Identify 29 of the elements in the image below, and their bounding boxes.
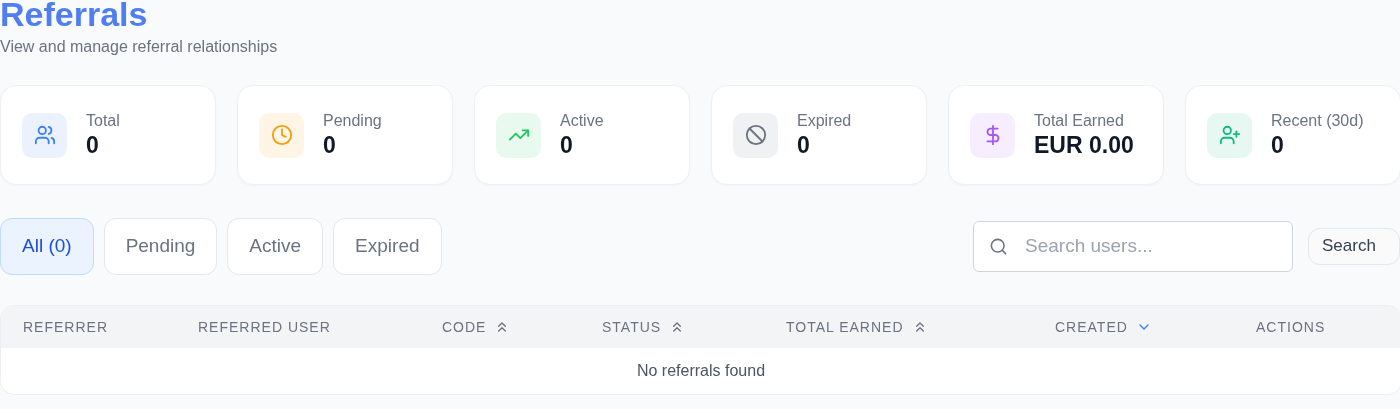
stat-label: Pending bbox=[323, 111, 382, 130]
column-header[interactable]: CREATED bbox=[1055, 319, 1128, 335]
search-button[interactable]: Search bbox=[1308, 227, 1400, 265]
search-field[interactable]: Search users... bbox=[973, 220, 1293, 272]
stat-label: Recent (30d) bbox=[1271, 111, 1364, 130]
column-header[interactable]: CODE bbox=[442, 319, 487, 335]
column-header: REFERRED USER bbox=[198, 319, 331, 335]
stat-value: 0 bbox=[560, 131, 574, 159]
stat-value: 0 bbox=[323, 131, 337, 159]
column-header[interactable]: TOTAL EARNED bbox=[786, 319, 904, 335]
column-header: REFERRER bbox=[23, 319, 108, 335]
page-title: Referrals bbox=[0, 0, 149, 35]
stat-value: EUR 0.00 bbox=[1034, 131, 1134, 159]
filter-tab[interactable]: Pending bbox=[103, 217, 218, 275]
filter-tab[interactable]: Active bbox=[227, 217, 324, 275]
empty-message: No referrals found bbox=[636, 362, 766, 379]
stat-label: Total bbox=[86, 111, 120, 130]
column-header[interactable]: STATUS bbox=[602, 319, 662, 335]
search-icon bbox=[989, 236, 1008, 256]
stat-label: Total Earned bbox=[1034, 111, 1125, 130]
stat-value: 0 bbox=[1271, 131, 1285, 159]
filter-tab[interactable]: All (0) bbox=[0, 217, 94, 275]
stat-label: Expired bbox=[797, 111, 852, 130]
page-subtitle: View and manage referral relationships bbox=[0, 38, 279, 56]
stat-value: 0 bbox=[797, 131, 811, 159]
column-header: ACTIONS bbox=[1256, 319, 1326, 335]
stat-value: 0 bbox=[86, 131, 100, 159]
filter-tab[interactable]: Expired bbox=[333, 217, 442, 275]
stat-label: Active bbox=[560, 111, 604, 130]
